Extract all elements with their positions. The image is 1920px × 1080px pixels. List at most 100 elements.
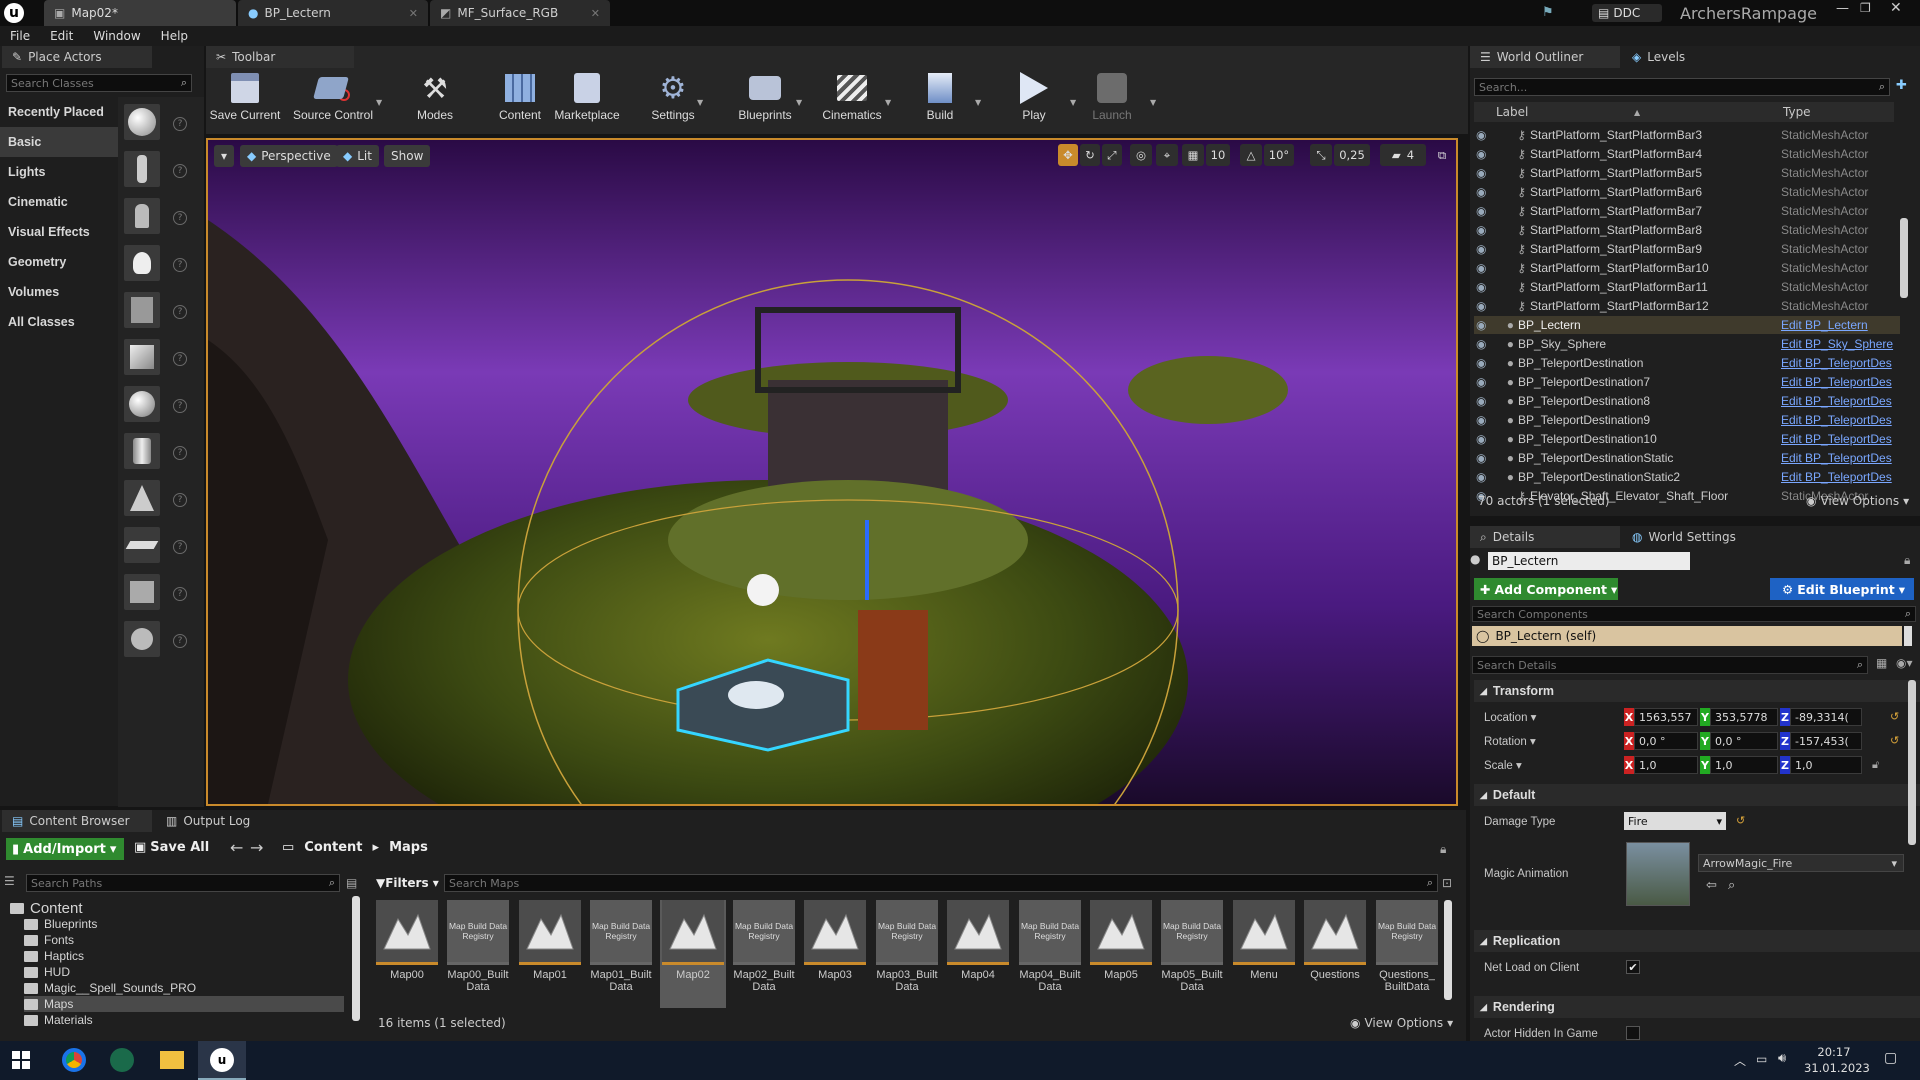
build-data-asset-tile[interactable]: Map Build Data Registry Map00_Built Data	[445, 900, 511, 1008]
plane-item[interactable]	[124, 527, 160, 563]
actor-type[interactable]: Edit BP_TeleportDes	[1781, 470, 1892, 484]
add-component-button[interactable]: ✚ Add Component ▾	[1474, 578, 1618, 600]
search-classes-input[interactable]: Search Classes ⌕	[6, 74, 192, 92]
help-icon[interactable]: ?	[173, 399, 187, 413]
visibility-eye-icon[interactable]: ◉	[1476, 280, 1494, 294]
use-selected-arrow-icon[interactable]: ⇦	[1706, 878, 1717, 893]
category-recently-placed[interactable]: Recently Placed	[0, 97, 118, 127]
translate-tool-button[interactable]: ✥	[1058, 144, 1078, 166]
help-icon[interactable]: ?	[173, 540, 187, 554]
components-scrollbar[interactable]	[1904, 626, 1912, 646]
category-all-classes[interactable]: All Classes	[0, 307, 118, 337]
player-start-item[interactable]	[124, 292, 160, 328]
modes-button[interactable]: ⚒ Modes	[400, 70, 470, 130]
surface-snap-button[interactable]: ⌖	[1156, 144, 1178, 166]
outliner-row[interactable]: ◉ ● BP_Lectern Edit BP_Lectern	[1474, 316, 1900, 334]
breadcrumb-content[interactable]: Content	[304, 840, 362, 855]
eye-icon[interactable]: ◉▾	[1896, 656, 1913, 670]
scale-label[interactable]: Scale ▾	[1484, 758, 1522, 772]
outliner-scrollbar[interactable]	[1900, 218, 1908, 298]
outliner-row[interactable]: ◉ ⚷ StartPlatform_StartPlatformBar4 StaticM…	[1474, 145, 1900, 163]
sources-toggle-icon[interactable]: ☰	[4, 874, 20, 888]
notifications-icon[interactable]: ▢	[1884, 1050, 1897, 1066]
visibility-eye-icon[interactable]: ◉	[1476, 166, 1494, 180]
file-explorer-icon[interactable]	[160, 1051, 184, 1069]
breadcrumb-maps[interactable]: Maps	[389, 840, 428, 855]
folder-tree-item[interactable]: Maps	[24, 996, 344, 1012]
category-cinematic[interactable]: Cinematic	[0, 187, 118, 217]
cone-item[interactable]	[124, 480, 160, 516]
lock-icon[interactable]: 🔓︎	[1872, 758, 1879, 772]
map-asset-tile[interactable]: Map02	[660, 900, 726, 1008]
actor-type[interactable]: Edit BP_TeleportDes	[1781, 413, 1892, 427]
level-viewport[interactable]	[206, 138, 1458, 806]
rendering-section-header[interactable]: ◢ Rendering	[1474, 996, 1920, 1018]
net-load-checkbox[interactable]: ✔	[1626, 960, 1640, 974]
outliner-row[interactable]: ◉ ⚷ StartPlatform_StartPlatformBar10 Static…	[1474, 259, 1900, 277]
close-icon[interactable]: ✕	[409, 7, 418, 20]
map-asset-tile[interactable]: Map01	[517, 900, 583, 1008]
play-button[interactable]: Play	[1004, 70, 1064, 130]
actor-type[interactable]: Edit BP_TeleportDes	[1781, 451, 1892, 465]
tab-toolbar[interactable]: ✂ Toolbar	[206, 46, 354, 68]
help-icon[interactable]: ?	[173, 352, 187, 366]
doc-tab-bp-lectern[interactable]: ● BP_Lectern ✕	[238, 0, 428, 26]
doc-tab-map02[interactable]: ▣ Map02*	[44, 0, 236, 26]
add-import-button[interactable]: ▮ Add/Import ▾	[6, 838, 124, 860]
rotation-snap-toggle[interactable]: △	[1240, 144, 1262, 166]
lock-icon[interactable]: 🔒︎	[1904, 553, 1910, 568]
network-icon[interactable]: ▭	[1756, 1052, 1767, 1066]
transform-section-header[interactable]: ◢ Transform	[1474, 680, 1920, 702]
outliner-row[interactable]: ◉ ● BP_TeleportDestination Edit BP_Teleport…	[1474, 354, 1900, 372]
tab-levels[interactable]: ◈ Levels	[1622, 46, 1762, 68]
outliner-search-input[interactable]: Search... ⌕	[1474, 78, 1890, 96]
blueprints-button[interactable]: Blueprints	[728, 70, 802, 130]
visibility-eye-icon[interactable]: ◉	[1476, 128, 1494, 142]
sphere-item[interactable]	[124, 386, 160, 422]
outliner-row[interactable]: ◉ ⚷ StartPlatform_StartPlatformBar7 StaticM…	[1474, 202, 1900, 220]
outliner-row[interactable]: ◉ ● BP_TeleportDestination9 Edit BP_Telepor…	[1474, 411, 1900, 429]
source-control-button[interactable]: Source Control	[290, 70, 376, 130]
help-icon[interactable]: ?	[173, 634, 187, 648]
tree-scrollbar[interactable]	[352, 896, 360, 1021]
menu-help[interactable]: Help	[151, 29, 198, 43]
edit-blueprint-button[interactable]: ⚙ Edit Blueprint ▾	[1770, 578, 1914, 600]
scale-tool-button[interactable]: ⤢	[1102, 144, 1122, 166]
chevron-down-icon[interactable]: ▼	[885, 98, 891, 107]
visibility-eye-icon[interactable]: ◉	[1476, 394, 1494, 408]
details-scrollbar[interactable]	[1908, 680, 1916, 845]
box-trigger-item[interactable]	[124, 574, 160, 610]
visibility-eye-icon[interactable]: ◉	[1476, 375, 1494, 389]
visibility-eye-icon[interactable]: ◉	[1476, 185, 1494, 199]
taskbar-clock[interactable]: 20:17 31.01.2023	[1804, 1044, 1870, 1076]
viewport-options-button[interactable]: ▾	[214, 145, 234, 167]
visibility-eye-icon[interactable]: ◉	[1476, 242, 1494, 256]
menu-window[interactable]: Window	[83, 29, 150, 43]
assets-scrollbar[interactable]	[1444, 900, 1452, 1000]
rotation-y-field[interactable]: 0,0 °	[1710, 732, 1778, 750]
help-icon[interactable]: ?	[173, 211, 187, 225]
folder-tree-item[interactable]: Materials	[24, 1012, 93, 1028]
outliner-row[interactable]: ◉ ● BP_TeleportDestinationStatic Edit BP_Te…	[1474, 449, 1900, 467]
map-asset-tile[interactable]: Menu	[1231, 900, 1297, 1008]
build-data-asset-tile[interactable]: Map Build Data Registry Map01_Built Data	[588, 900, 654, 1008]
maximize-button[interactable]: ❐	[1860, 1, 1871, 15]
visibility-eye-icon[interactable]: ◉	[1476, 451, 1494, 465]
property-matrix-icon[interactable]: ▦	[1876, 656, 1887, 670]
close-icon[interactable]: ✕	[591, 7, 600, 20]
actor-type[interactable]: Edit BP_Lectern	[1781, 318, 1868, 332]
category-lights[interactable]: Lights	[0, 157, 118, 187]
outliner-row[interactable]: ◉ ⚷ StartPlatform_StartPlatformBar5 StaticM…	[1474, 164, 1900, 182]
rotation-z-field[interactable]: -157,453(	[1790, 732, 1862, 750]
build-data-asset-tile[interactable]: Map Build Data Registry Map03_Built Data	[874, 900, 940, 1008]
search-paths-input[interactable]: Search Paths ⌕	[26, 874, 340, 892]
lock-icon[interactable]: 🔒︎	[1440, 842, 1446, 857]
column-label[interactable]: Label	[1496, 105, 1528, 119]
tab-place-actors[interactable]: ✎ Place Actors	[2, 46, 152, 68]
help-icon[interactable]: ?	[173, 305, 187, 319]
location-label[interactable]: Location ▾	[1484, 710, 1536, 724]
grid-snap-toggle[interactable]: ▦	[1182, 144, 1204, 166]
column-type[interactable]: Type	[1783, 105, 1811, 119]
add-filter-icon[interactable]: ✚	[1896, 78, 1907, 93]
close-window-button[interactable]: ✕	[1890, 0, 1902, 16]
